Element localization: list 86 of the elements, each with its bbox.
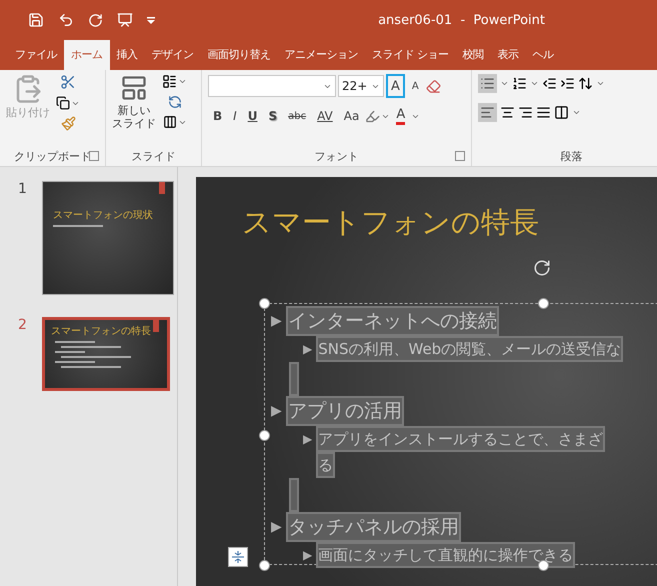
resize-handle[interactable]: [259, 560, 270, 571]
spacing-button[interactable]: AV: [312, 104, 338, 128]
strike-button[interactable]: abc: [283, 104, 312, 128]
decrease-indent-icon: [542, 76, 557, 91]
bullet-icon: ▶: [271, 306, 282, 336]
caret-icon: [500, 79, 509, 88]
font-size-field[interactable]: 22+: [338, 75, 384, 97]
customize-menu-icon[interactable]: [147, 16, 155, 24]
scissors-icon: [60, 74, 76, 90]
group-label: スライド: [132, 148, 176, 164]
window-title: anser06-01 - PowerPoint: [378, 12, 545, 28]
bullet-text[interactable]: る: [316, 452, 336, 478]
ribbon-tab[interactable]: 表示: [490, 40, 526, 70]
bullet-icon: ▶: [271, 396, 282, 426]
rotate-handle-icon[interactable]: [533, 259, 551, 277]
copy-icon: [56, 96, 70, 110]
align-right-icon: [518, 105, 533, 120]
resize-handle[interactable]: [259, 298, 270, 309]
bullet-icon: ▶: [303, 426, 312, 452]
new-slide-icon: [120, 74, 148, 102]
font-color-button[interactable]: A: [391, 104, 410, 128]
bullet-icon: ▶: [303, 336, 312, 362]
ribbon-tab[interactable]: ホーム: [64, 40, 110, 70]
bullet-text[interactable]: SNSの利用、Webの閲覧、メールの送受信な: [316, 336, 624, 362]
slide-number: 1: [18, 181, 28, 197]
undo-icon: [58, 12, 74, 28]
bullet-icon: ▶: [271, 512, 282, 542]
bullet-text[interactable]: アプリの活用: [286, 396, 404, 426]
ribbon-tab[interactable]: 校閲: [456, 40, 490, 70]
save-icon: [28, 12, 44, 28]
ribbon-tab[interactable]: 挿入: [110, 40, 144, 70]
empty-line-selection: [289, 362, 299, 396]
group-label: クリップボード: [14, 148, 91, 164]
bullets-button[interactable]: [478, 74, 497, 93]
slide-number: 2: [18, 317, 28, 333]
bullet-text[interactable]: アプリをインストールすることで、さまざ: [316, 426, 606, 452]
redo-icon: [88, 12, 103, 28]
empty-line-selection: [289, 478, 299, 512]
align-center-icon: [500, 105, 515, 120]
layout-icon: [162, 74, 177, 89]
bullet-icon: ▶: [303, 542, 312, 568]
ribbon-tab[interactable]: スライド ショー: [365, 40, 456, 70]
align-left-button[interactable]: [478, 103, 497, 122]
caret-icon: [572, 108, 581, 117]
presentation-icon: [117, 12, 133, 28]
dialog-launcher-icon[interactable]: [455, 151, 465, 161]
resize-handle[interactable]: [259, 430, 270, 441]
dialog-launcher-icon[interactable]: [89, 151, 99, 161]
autofit-icon[interactable]: [228, 547, 248, 567]
slide-thumbnail[interactable]: スマートフォンの現状: [42, 181, 174, 295]
bullet-text[interactable]: タッチパネルの採用: [286, 512, 461, 542]
highlighter-icon: [365, 108, 380, 124]
font-name-field[interactable]: [208, 75, 336, 97]
reset-icon: [168, 95, 182, 109]
increase-indent-icon: [560, 76, 575, 91]
columns-icon: [554, 105, 569, 120]
justify-icon: [536, 105, 551, 120]
ribbon-tab[interactable]: デザイン: [144, 40, 200, 70]
case-button[interactable]: Aa: [338, 104, 364, 128]
shadow-button[interactable]: S: [263, 104, 282, 128]
ribbon-tab[interactable]: アニメーション: [278, 40, 365, 70]
line-spacing-icon: [578, 76, 593, 91]
resize-handle[interactable]: [538, 298, 549, 309]
bullet-text[interactable]: インターネットへの接続: [286, 306, 499, 336]
group-label: フォント: [314, 148, 358, 164]
caret-icon: [530, 79, 539, 88]
numbering-icon: [512, 76, 527, 91]
text-placeholder[interactable]: ▶ インターネットへの接続 ▶ SNSの利用、Webの閲覧、メールの送受信な ▶ アプリの活用 ▶ アプリをインストールすることで、さまざ る ▶ タッチパネルの採用 ▶ 画面にタッチして直観的に操作できる: [264, 303, 657, 565]
ribbon-tab[interactable]: ヘル: [526, 40, 560, 70]
eraser-icon: [426, 78, 441, 94]
section-icon: [162, 115, 176, 129]
ribbon-tab[interactable]: ファイル: [8, 40, 64, 70]
italic-button[interactable]: I: [228, 104, 242, 128]
underline-button[interactable]: U: [242, 104, 262, 128]
paintbrush-icon: [60, 116, 76, 131]
caret-icon: [178, 77, 187, 86]
ribbon-tab[interactable]: 画面切り替え: [200, 40, 278, 70]
bullet-text[interactable]: 画面にタッチして直観的に操作できる: [316, 542, 576, 568]
new-slide-button[interactable]: 新しい スライド: [112, 104, 156, 130]
slide-thumbnail[interactable]: スマートフォンの特長: [42, 317, 170, 391]
shrink-font-button[interactable]: A: [406, 74, 424, 98]
grow-font-button[interactable]: A: [386, 74, 405, 98]
slide-title[interactable]: スマートフォンの特長: [242, 203, 657, 243]
caret-icon: [596, 79, 605, 88]
bold-button[interactable]: B: [208, 104, 228, 128]
group-label: 段落: [560, 148, 582, 164]
